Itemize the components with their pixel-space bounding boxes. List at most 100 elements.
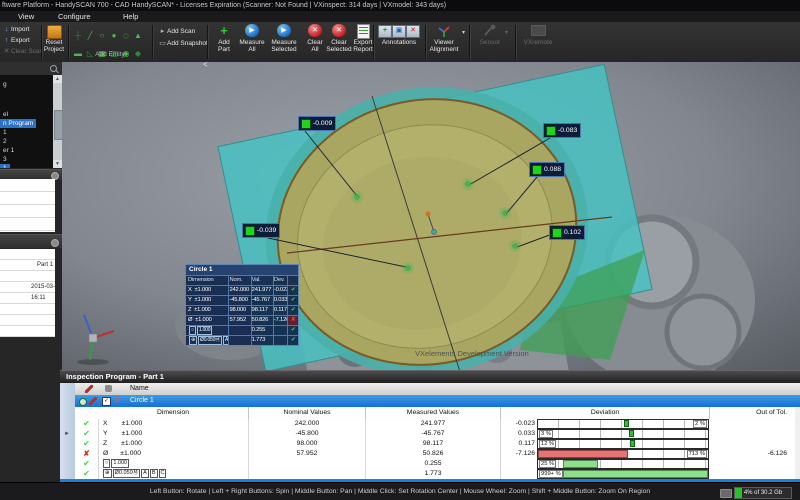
pass-icon: ✔: [287, 306, 298, 315]
tolerance-ok-icon: [245, 226, 255, 236]
measure-all-icon: ▶: [245, 24, 259, 37]
delete-icon[interactable]: ✕: [114, 396, 121, 405]
deviation-badge[interactable]: -0.039: [242, 223, 280, 238]
color-brush-icon[interactable]: [89, 397, 97, 405]
deviation-badge[interactable]: -0.083: [543, 123, 581, 138]
list-item[interactable]: [0, 192, 55, 205]
sidebar-section-header[interactable]: [0, 234, 62, 248]
deviation-badge[interactable]: 0.088: [529, 162, 565, 177]
circle1-measurement-panel[interactable]: Circle 1 Dimension Nom. Val. Dev. X ±1.0…: [185, 264, 299, 346]
entity-circle-icon[interactable]: ○: [96, 30, 108, 41]
menu-help[interactable]: Help: [119, 11, 142, 22]
sidebar-search-row[interactable]: [0, 62, 62, 76]
property-row: [0, 304, 55, 315]
annotation-edit-icon[interactable]: ▣: [392, 25, 406, 38]
circularity-icon: ○: [103, 459, 110, 468]
selected-entity-row[interactable]: ✓ ✕ Circle 1: [75, 395, 800, 407]
tree-item[interactable]: el: [0, 110, 11, 119]
entity-line-icon[interactable]: ╱: [84, 30, 96, 41]
ribbon-separator: [68, 25, 70, 59]
tooltip-row-x: X ±1.000 242.000 241.977 -0.023 ✔: [186, 285, 298, 295]
expand-arrow-icon[interactable]: ►: [64, 431, 70, 437]
part-properties-panel: Part 1 2015-03-16 16:11: [0, 249, 55, 337]
export-button[interactable]: ↑Export: [2, 36, 30, 46]
menu-view[interactable]: View: [14, 11, 38, 22]
viewer-alignment-dropdown-icon[interactable]: ▾: [462, 29, 465, 36]
col-val: Val.: [251, 276, 273, 285]
annotation-delete-icon[interactable]: ✕: [406, 25, 420, 38]
tree-item[interactable]: g: [0, 80, 10, 89]
fail-icon: ✘: [287, 316, 298, 325]
tree-item-inspection-program[interactable]: n Program: [0, 119, 36, 128]
entity-sphere-icon[interactable]: ●: [108, 30, 120, 41]
visibility-hand-icon[interactable]: [105, 385, 112, 392]
measure-selected-icon: ▶: [277, 24, 291, 37]
deviation-badge[interactable]: -0.009: [298, 116, 336, 131]
window-title: ftware Platform - HandySCAN 700 - CAD Ha…: [0, 2, 446, 9]
entity-dot-icon: [79, 398, 87, 406]
col-dev: Dev.: [273, 276, 287, 285]
entity-ellipse-icon[interactable]: ◇: [120, 30, 132, 41]
viewport-3d[interactable]: VXelements Development Version < -0.009 …: [62, 62, 800, 370]
import-button[interactable]: ↓Import: [2, 25, 29, 35]
project-tree[interactable]: g el n Program 1 2 er 1 3 1: [0, 75, 53, 168]
entity-cone-icon[interactable]: ▲: [132, 30, 144, 41]
position-icon: ⊕: [103, 469, 112, 478]
export-report-icon: [357, 24, 370, 39]
section-pin-icon[interactable]: [51, 239, 59, 247]
ribbon-separator: [373, 25, 375, 59]
panel-left-strip[interactable]: ►: [60, 383, 76, 479]
clear-selected-icon: ✕: [332, 24, 346, 37]
pass-icon: ✔: [287, 286, 298, 295]
col-dimension: Dimension: [186, 276, 228, 285]
add-part-button[interactable]: AddPart: [209, 39, 239, 53]
tree-scrollbar[interactable]: ▲ ▼: [53, 75, 62, 168]
memory-gauge-label: 4% of 30.2 Gb: [735, 488, 791, 498]
selected-entity-label: Circle 1: [130, 395, 154, 407]
reset-project-icon: [47, 25, 62, 39]
annotation-add-icon[interactable]: +: [378, 25, 392, 38]
tree-item[interactable]: 3: [0, 155, 10, 164]
visibility-checkbox[interactable]: ✓: [102, 397, 111, 406]
tree-item[interactable]: er 1: [0, 146, 17, 155]
vxremote-button[interactable]: VXremote: [521, 39, 555, 46]
add-scan-button[interactable]: ▸Add Scan: [158, 27, 195, 37]
mouse-hints-text: Left Button: Rotate | Left + Right Butto…: [0, 483, 800, 500]
circularity-icon: ○: [189, 326, 196, 335]
header-measured: Measured Values: [365, 407, 500, 419]
menu-configure[interactable]: Configure: [54, 11, 95, 22]
viewport-3d-scene[interactable]: VXelements Development Version: [62, 62, 800, 370]
navigation-sidebar: g el n Program 1 2 er 1 3 1 ▲ ▼ Part 1: [0, 62, 62, 482]
pass-icon: ✔: [75, 459, 98, 469]
ribbon-separator: [425, 25, 427, 59]
panel-collapse-icon[interactable]: <: [203, 60, 208, 69]
scroll-down-icon[interactable]: ▼: [53, 160, 62, 168]
entity-point-icon[interactable]: ┼: [72, 30, 84, 41]
measure-selected-button[interactable]: MeasureSelected: [269, 39, 299, 53]
reset-project-button[interactable]: ResetProject: [36, 39, 72, 53]
property-part-name: Part 1: [0, 260, 55, 271]
add-snapshot-button[interactable]: ▭Add Snapshot: [158, 39, 208, 49]
tree-item[interactable]: 1: [0, 128, 10, 137]
scan-cylinder: [667, 296, 739, 368]
sensor-dropdown-icon[interactable]: ▾: [505, 29, 508, 36]
list-item[interactable]: [0, 179, 55, 192]
deviation-bar: 3 %: [537, 429, 709, 439]
header-deviation: Deviation: [500, 407, 709, 419]
annotations-button[interactable]: Annotations: [378, 39, 420, 46]
tree-item-selected[interactable]: 1: [0, 164, 10, 168]
deviation-badge[interactable]: 0.102: [549, 225, 585, 240]
tolerance-ok-icon: [301, 119, 311, 129]
list-item[interactable]: [0, 205, 55, 218]
viewer-alignment-button[interactable]: ViewerAlignment: [428, 39, 460, 53]
color-brush-icon[interactable]: [85, 385, 93, 393]
scroll-up-icon[interactable]: ▲: [53, 75, 62, 83]
tree-item[interactable]: 2: [0, 137, 10, 146]
sensor-button[interactable]: Sensor: [476, 39, 504, 46]
import-icon: ↓: [2, 25, 11, 35]
fail-icon: ✘: [75, 449, 98, 459]
list-item[interactable]: [0, 218, 55, 231]
deviation-bar: 999+ %: [537, 469, 709, 479]
measure-all-button[interactable]: MeasureAll: [237, 39, 267, 53]
property-row: [0, 315, 55, 326]
